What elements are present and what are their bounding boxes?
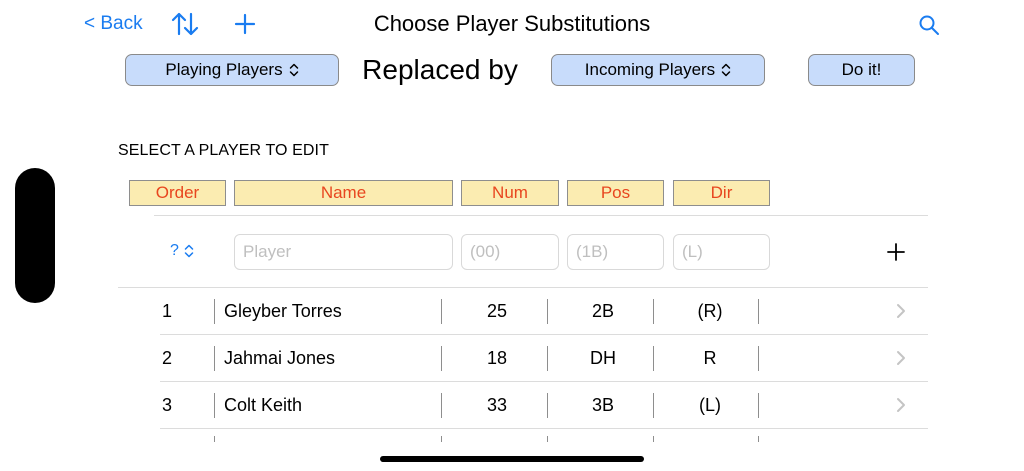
row-pos: 3B	[591, 394, 615, 415]
section-heading: SELECT A PLAYER TO EDIT	[118, 142, 329, 159]
header-num: Num	[461, 180, 559, 206]
incoming-players-label: Incoming Players	[584, 60, 716, 79]
row-order: 1	[162, 300, 173, 321]
home-indicator[interactable]	[380, 456, 644, 462]
row-dir: (R)	[697, 300, 723, 321]
row-separator	[653, 436, 654, 442]
row-order: 2	[162, 347, 173, 368]
do-it-button[interactable]: Do it!	[808, 54, 915, 86]
row-dir: (L)	[699, 394, 721, 415]
chevron-updown-icon	[184, 244, 194, 258]
table-row[interactable]: 3 Colt Keith 33 3B (L)	[0, 382, 1024, 428]
chevron-right-icon	[897, 351, 905, 365]
do-it-label: Do it!	[841, 60, 882, 79]
player-number-input[interactable]: (00)	[461, 234, 559, 270]
row-separator	[758, 436, 759, 442]
header-pos: Pos	[567, 180, 664, 206]
player-name-input[interactable]: Player	[234, 234, 453, 270]
divider	[160, 428, 928, 429]
incoming-players-button[interactable]: Incoming Players	[551, 54, 765, 86]
table-row[interactable]: 2 Jahmai Jones 18 DH R	[0, 335, 1024, 381]
divider	[154, 215, 928, 216]
row-separator	[547, 436, 548, 442]
sort-arrows-icon[interactable]	[170, 10, 200, 38]
order-picker-value: ?	[170, 242, 179, 259]
player-position-input[interactable]: (1B)	[567, 234, 664, 270]
header-dir: Dir	[673, 180, 770, 206]
playing-players-button[interactable]: Playing Players	[125, 54, 339, 86]
header-order: Order	[129, 180, 226, 206]
row-separator	[214, 436, 215, 442]
chevron-right-icon	[897, 398, 905, 412]
row-name: Gleyber Torres	[224, 300, 342, 321]
table-row[interactable]: 1 Gleyber Torres 25 2B (R)	[0, 288, 1024, 334]
row-name: Colt Keith	[224, 394, 303, 415]
player-direction-input[interactable]: (L)	[673, 234, 770, 270]
page-title: Choose Player Substitutions	[373, 11, 651, 36]
row-pos: 2B	[591, 300, 615, 321]
row-num: 18	[486, 347, 508, 368]
row-order: 3	[162, 394, 173, 415]
plus-icon[interactable]	[234, 11, 256, 37]
order-picker[interactable]: ?	[170, 242, 194, 260]
search-icon[interactable]	[918, 14, 940, 36]
side-handle[interactable]	[15, 168, 55, 303]
row-name: Jahmai Jones	[224, 347, 336, 368]
add-player-icon[interactable]	[886, 242, 906, 262]
chevron-right-icon	[897, 304, 905, 318]
row-dir: R	[703, 347, 717, 368]
playing-players-label: Playing Players	[165, 60, 283, 79]
row-num: 25	[486, 300, 508, 321]
header-name: Name	[234, 180, 453, 206]
back-button[interactable]: < Back	[84, 13, 143, 35]
row-pos: DH	[590, 347, 616, 368]
row-num: 33	[486, 394, 508, 415]
chevron-updown-icon	[289, 63, 298, 77]
replaced-by-label: Replaced by	[362, 54, 518, 85]
chevron-updown-icon	[721, 63, 731, 77]
row-separator	[441, 436, 442, 442]
